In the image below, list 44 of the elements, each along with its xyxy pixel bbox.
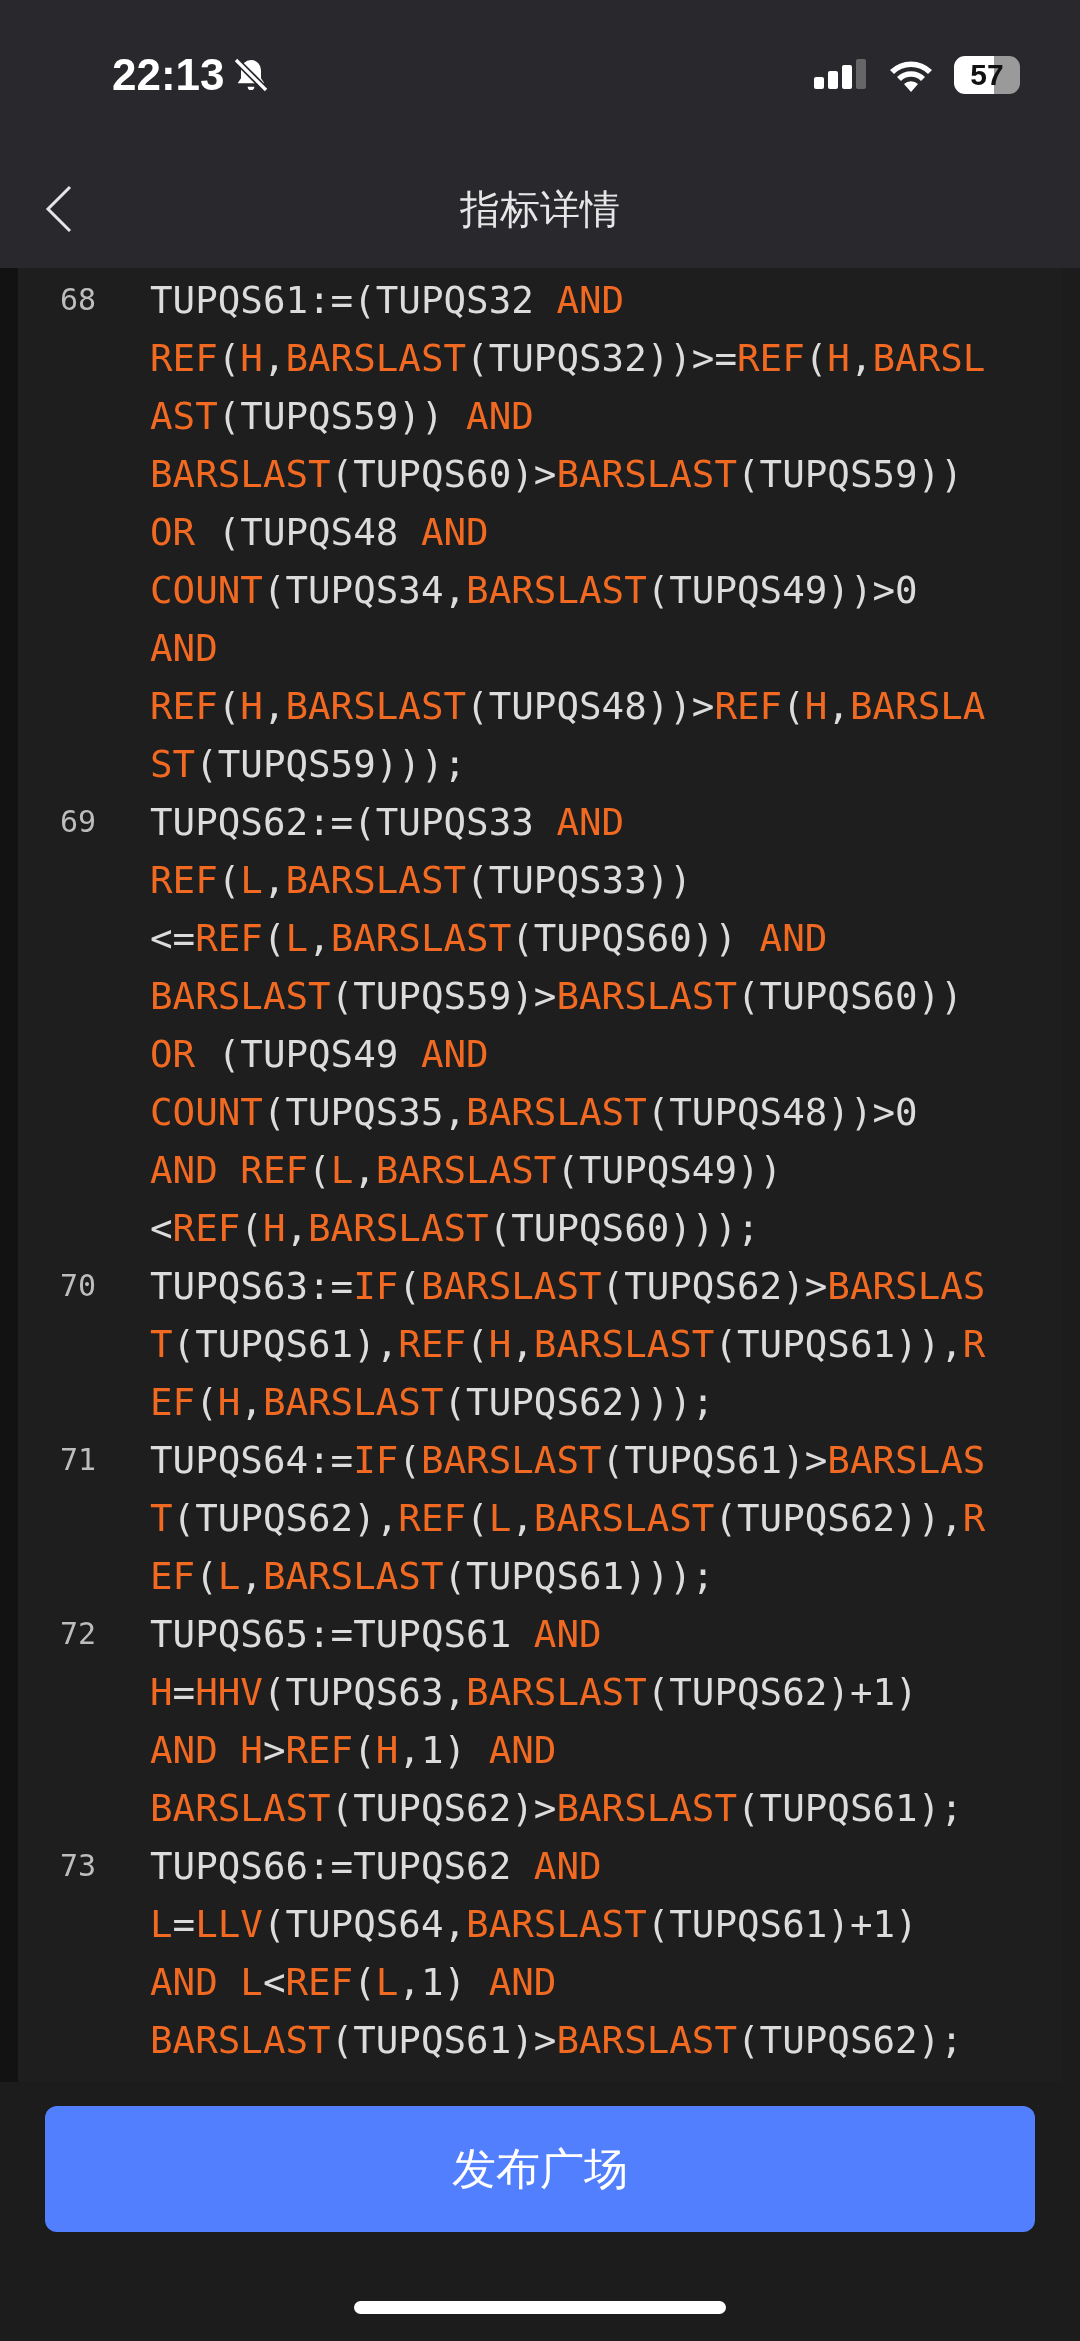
status-time: 22:13 [112,50,225,100]
code-line: AND REF(L,BARSLAST(TUPQS49)) [150,1147,783,1194]
code-line: COUNT(TUPQS34,BARSLAST(TUPQS49))>0 [150,567,918,614]
signal-icon [814,59,868,91]
publish-button[interactable]: 发布广场 [45,2106,1035,2232]
battery-level: 57 [954,56,1020,94]
code-line: COUNT(TUPQS35,BARSLAST(TUPQS48))>0 [150,1089,918,1136]
page-title: 指标详情 [460,184,620,234]
line-number: 70 [59,1267,98,1305]
code-line: TUPQS62:=(TUPQS33 AND [150,799,625,846]
line-number: 71 [59,1441,98,1479]
code-line: BARSLAST(TUPQS62)>BARSLAST(TUPQS61); [150,1785,963,1832]
code-line: AND [150,625,218,672]
code-line: EF(L,BARSLAST(TUPQS61))); [150,1553,715,1600]
code-line: ST(TUPQS59))); [150,741,467,788]
code-line: EF(H,BARSLAST(TUPQS62))); [150,1379,715,1426]
code-line: BARSLAST(TUPQS59)>BARSLAST(TUPQS60)) [150,973,963,1020]
wifi-icon [888,58,934,92]
code-line: TUPQS66:=TUPQS62 AND [150,1843,602,1890]
code-line: AND L<REF(L,1) AND [150,1959,557,2006]
code-line: H=HHV(TUPQS63,BARSLAST(TUPQS62)+1) [150,1669,918,1716]
back-icon[interactable] [44,184,74,234]
code-line: L=LLV(TUPQS64,BARSLAST(TUPQS61)+1) [150,1901,918,1948]
code-line: TUPQS65:=TUPQS61 AND [150,1611,602,1658]
code-line: TUPQS63:=IF(BARSLAST(TUPQS62)>BARSLAS [150,1263,986,1310]
line-number: 73 [59,1847,98,1885]
code-line: T(TUPQS61),REF(H,BARSLAST(TUPQS61)),R [150,1321,986,1368]
line-number: 68 [59,281,98,319]
line-number: 69 [59,803,98,841]
code-line: OR (TUPQS48 AND [150,509,489,556]
code-line: REF(L,BARSLAST(TUPQS33)) [150,857,692,904]
code-line: AST(TUPQS59)) AND [150,393,534,440]
code-line: TUPQS61:=(TUPQS32 AND [150,277,625,324]
code-line: AND H>REF(H,1) AND [150,1727,557,1774]
line-number: 72 [59,1615,98,1653]
code-line: T(TUPQS62),REF(L,BARSLAST(TUPQS62)),R [150,1495,986,1542]
code-line: TUPQS64:=IF(BARSLAST(TUPQS61)>BARSLAS [150,1437,986,1484]
code-line: OR (TUPQS49 AND [150,1031,489,1078]
code-line: BARSLAST(TUPQS61)>BARSLAST(TUPQS62); [150,2017,963,2064]
code-line: BARSLAST(TUPQS60)>BARSLAST(TUPQS59)) [150,451,963,498]
code-line: <=REF(L,BARSLAST(TUPQS60)) AND [150,915,828,962]
code-line: REF(H,BARSLAST(TUPQS48))>REF(H,BARSLA [150,683,986,730]
code-line: <REF(H,BARSLAST(TUPQS60))); [150,1205,760,1252]
code-line: REF(H,BARSLAST(TUPQS32))>=REF(H,BARSL [150,335,986,382]
